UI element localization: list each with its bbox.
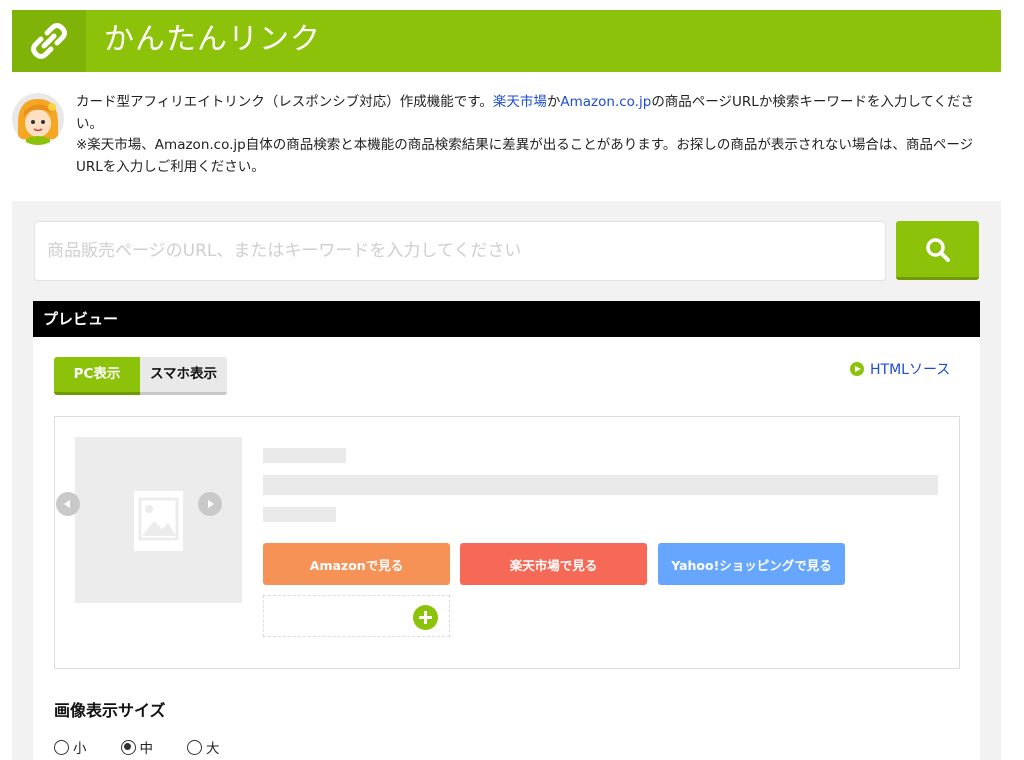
search-input[interactable] — [34, 221, 886, 281]
radio-large[interactable] — [187, 739, 202, 755]
rakuten-button[interactable]: 楽天市場で見る — [460, 543, 647, 585]
play-circle-icon — [850, 362, 864, 376]
radio-small[interactable] — [54, 739, 69, 755]
intro-line-prefix: カード型アフィリエイトリンク（レスポンシブ対応）作成機能です。 — [76, 94, 493, 110]
html-source-link[interactable]: HTMLソース — [850, 359, 950, 379]
preview-title: プレビュー — [33, 301, 980, 337]
size-option-small[interactable]: 小 — [54, 737, 87, 757]
search-button[interactable] — [896, 221, 979, 280]
header-icon-box — [12, 10, 86, 72]
product-image-placeholder — [75, 437, 242, 603]
prev-image-button[interactable] — [56, 492, 80, 516]
title-skeleton — [263, 448, 346, 463]
amazon-button[interactable]: Amazonで見る — [263, 543, 450, 585]
next-image-button[interactable] — [198, 492, 222, 516]
description-skeleton — [263, 475, 938, 495]
image-size-options: 小 中 大 — [54, 737, 254, 757]
rakuten-link[interactable]: 楽天市場 — [493, 94, 547, 110]
yahoo-shopping-button[interactable]: Yahoo!ショッピングで見る — [658, 543, 845, 585]
image-size-heading: 画像表示サイズ — [54, 701, 166, 720]
plus-circle-icon — [413, 605, 438, 630]
price-skeleton — [263, 507, 336, 522]
amazon-link[interactable]: Amazon.co.jp — [560, 94, 651, 110]
size-label-small: 小 — [73, 741, 87, 757]
preview-area: PC表示 スマホ表示 HTMLソース Amazonで見る 楽天市場で見る Yah… — [33, 337, 980, 760]
size-option-medium[interactable]: 中 — [120, 737, 154, 757]
page-title: かんたんリンク — [104, 22, 321, 57]
intro-mid: か — [546, 94, 561, 110]
size-label-medium: 中 — [139, 741, 154, 757]
size-option-large[interactable]: 大 — [187, 737, 220, 757]
html-source-label: HTMLソース — [870, 362, 951, 378]
tab-pc[interactable]: PC表示 — [54, 357, 140, 395]
intro-note: ※楽天市場、Amazon.co.jp自体の商品検索と本機能の商品検索結果に差異が… — [76, 137, 974, 175]
link-builder-panel: プレビュー PC表示 スマホ表示 HTMLソース Amazonで見る — [12, 201, 1001, 760]
add-button-slot[interactable] — [263, 595, 450, 637]
image-placeholder-icon — [134, 491, 183, 551]
preview-card: Amazonで見る 楽天市場で見る Yahoo!ショッピングで見る — [54, 416, 960, 669]
girl-avatar-icon — [12, 93, 64, 145]
size-label-large: 大 — [206, 741, 220, 757]
link-icon — [31, 23, 67, 59]
page-header: かんたんリンク — [12, 10, 1001, 72]
search-icon — [926, 238, 950, 262]
radio-medium[interactable] — [120, 739, 136, 755]
tab-smartphone[interactable]: スマホ表示 — [140, 357, 227, 395]
intro-text: カード型アフィリエイトリンク（レスポンシブ対応）作成機能です。楽天市場かAmaz… — [76, 92, 996, 178]
